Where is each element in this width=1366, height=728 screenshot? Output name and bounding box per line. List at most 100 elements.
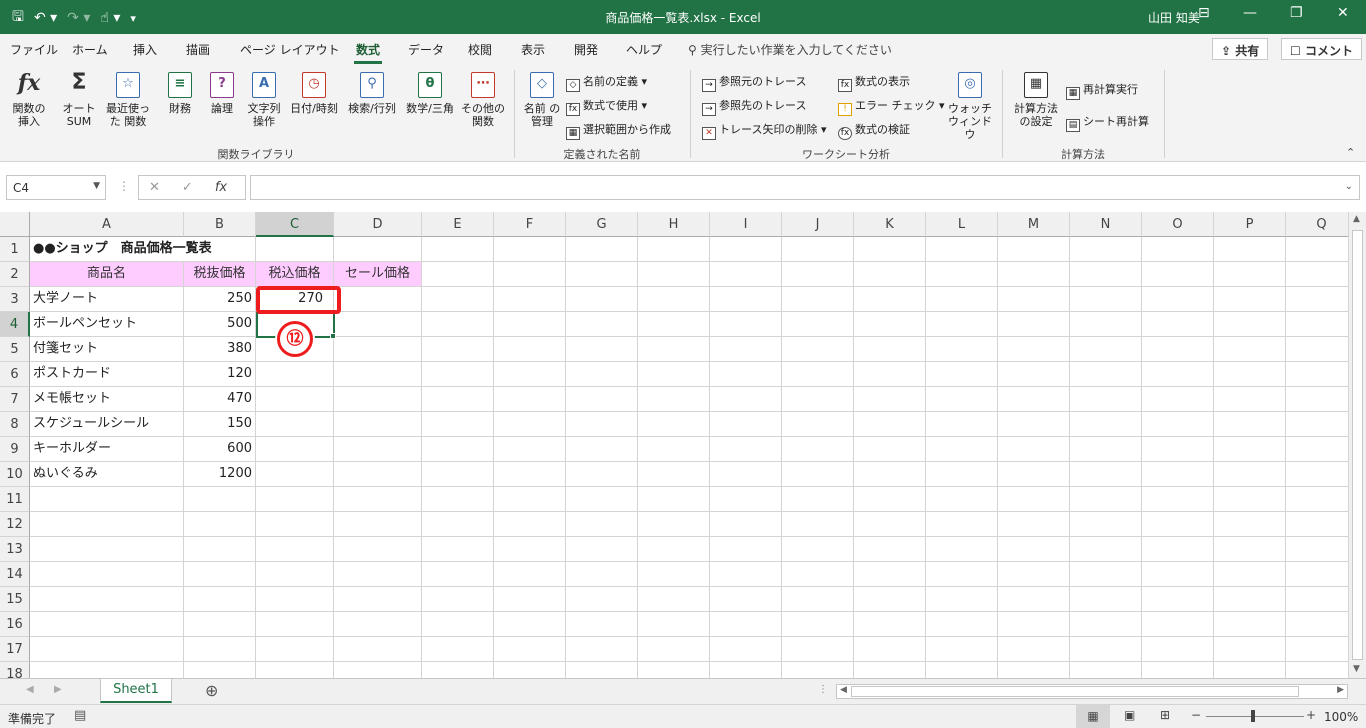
cell[interactable] <box>998 637 1070 662</box>
cell[interactable] <box>1214 562 1286 587</box>
cell[interactable] <box>710 337 782 362</box>
cell[interactable] <box>334 362 422 387</box>
cell[interactable] <box>854 337 926 362</box>
zoom-in-icon[interactable]: + <box>1306 708 1316 722</box>
cell[interactable] <box>710 237 782 262</box>
zoom-out-icon[interactable]: − <box>1191 708 1201 722</box>
column-header-5[interactable]: E <box>422 212 494 237</box>
cell[interactable] <box>1142 637 1214 662</box>
column-header-12[interactable]: L <box>926 212 998 237</box>
cell[interactable] <box>710 587 782 612</box>
cell[interactable] <box>638 387 710 412</box>
cell[interactable] <box>1214 412 1286 437</box>
cell[interactable] <box>782 237 854 262</box>
product-name-cell[interactable]: スケジュールシール <box>30 412 184 437</box>
cell[interactable] <box>422 337 494 362</box>
cell[interactable] <box>1142 487 1214 512</box>
cell[interactable] <box>566 587 638 612</box>
add-sheet-icon[interactable]: ⊕ <box>205 681 218 700</box>
column-header-2[interactable]: B <box>184 212 256 237</box>
cell[interactable] <box>854 662 926 678</box>
cell[interactable] <box>1070 487 1142 512</box>
cell[interactable] <box>854 262 926 287</box>
vertical-scroll-thumb[interactable] <box>1352 230 1363 660</box>
cell[interactable] <box>1070 237 1142 262</box>
tell-me-search[interactable]: ⚲ 実行したい作業を入力してください <box>688 41 892 58</box>
cell[interactable] <box>854 387 926 412</box>
cell[interactable] <box>1214 312 1286 337</box>
calculate-now-button[interactable]: ▦ 再計算実行 <box>1066 81 1138 100</box>
cell[interactable] <box>184 587 256 612</box>
split-handle-icon[interactable]: ⋮ <box>818 684 828 695</box>
cell[interactable] <box>494 312 566 337</box>
cell[interactable] <box>422 412 494 437</box>
cell[interactable] <box>1286 287 1348 312</box>
cell[interactable] <box>998 437 1070 462</box>
cell[interactable] <box>1214 612 1286 637</box>
cell[interactable] <box>854 537 926 562</box>
cell[interactable] <box>926 462 998 487</box>
show-formulas-button[interactable]: fx 数式の表示 <box>838 73 910 92</box>
cell[interactable] <box>494 437 566 462</box>
evaluate-formula-button[interactable]: fx 数式の検証 <box>838 121 910 140</box>
cell[interactable] <box>926 437 998 462</box>
cell[interactable] <box>30 637 184 662</box>
row-header-9[interactable]: 9 <box>0 437 30 462</box>
drag-handle-icon[interactable]: ⋮ <box>118 179 130 193</box>
cell[interactable] <box>256 537 334 562</box>
cell[interactable] <box>638 337 710 362</box>
tab-view[interactable]: 表示 <box>521 41 545 58</box>
cell[interactable] <box>1286 537 1348 562</box>
next-sheet-icon[interactable]: ▶ <box>54 684 62 695</box>
cell[interactable] <box>334 312 422 337</box>
cell[interactable] <box>1070 262 1142 287</box>
cell[interactable] <box>566 287 638 312</box>
cell[interactable] <box>1070 637 1142 662</box>
cell[interactable] <box>638 237 710 262</box>
cell[interactable] <box>422 512 494 537</box>
cell[interactable] <box>782 537 854 562</box>
cell[interactable] <box>782 312 854 337</box>
name-manager-button[interactable]: ◇ 名前 の管理 <box>522 72 562 128</box>
cell[interactable] <box>710 287 782 312</box>
cell[interactable] <box>1286 362 1348 387</box>
recent-functions-button[interactable]: ☆ 最近使った 関数 <box>100 72 156 128</box>
cell[interactable] <box>998 412 1070 437</box>
cell[interactable] <box>184 612 256 637</box>
row-header-16[interactable]: 16 <box>0 612 30 637</box>
cell[interactable] <box>1070 612 1142 637</box>
cell[interactable] <box>782 262 854 287</box>
cell[interactable] <box>1070 387 1142 412</box>
calc-options-button[interactable]: ▦ 計算方法 の設定 <box>1010 72 1062 128</box>
cell[interactable] <box>854 362 926 387</box>
cell[interactable] <box>566 612 638 637</box>
cell[interactable] <box>184 562 256 587</box>
cell[interactable] <box>782 562 854 587</box>
price-cell[interactable]: 120 <box>184 362 256 387</box>
page-break-view-icon[interactable]: ⊞ <box>1160 708 1170 722</box>
cell[interactable] <box>1142 362 1214 387</box>
cell[interactable] <box>926 662 998 678</box>
cell[interactable] <box>998 512 1070 537</box>
cell[interactable] <box>1070 362 1142 387</box>
more-functions-button[interactable]: ⋯ その他の 関数 <box>460 72 506 128</box>
cell[interactable] <box>638 637 710 662</box>
header-cell[interactable]: セール価格 <box>334 262 422 287</box>
trace-dependents-button[interactable]: → 参照先のトレース <box>702 97 806 116</box>
cell[interactable] <box>782 487 854 512</box>
cell[interactable] <box>854 587 926 612</box>
cell[interactable] <box>1214 337 1286 362</box>
row-header-5[interactable]: 5 <box>0 337 30 362</box>
cell[interactable] <box>1070 537 1142 562</box>
cell[interactable] <box>638 412 710 437</box>
remove-arrows-button[interactable]: ✕ トレース矢印の削除 ▾ <box>702 121 826 140</box>
cell[interactable] <box>334 287 422 312</box>
cell[interactable] <box>710 637 782 662</box>
cell[interactable] <box>334 612 422 637</box>
zoom-slider[interactable] <box>1206 716 1304 717</box>
cell[interactable] <box>1070 587 1142 612</box>
price-cell[interactable]: 380 <box>184 337 256 362</box>
cell[interactable] <box>710 537 782 562</box>
cell[interactable] <box>854 637 926 662</box>
macro-record-icon[interactable]: ▤ <box>74 708 86 723</box>
